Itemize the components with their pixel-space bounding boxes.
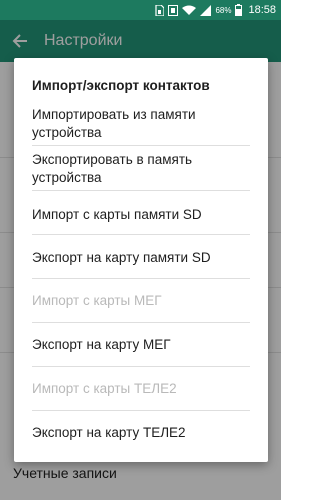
clock: 18:58 xyxy=(248,4,276,16)
hands-free-icon xyxy=(168,4,179,16)
option-import-tele2: Импорт с карты ТЕЛЕ2 xyxy=(32,381,177,396)
option-import-meg: Импорт с карты МЕГ xyxy=(32,293,162,308)
dialog-title: Импорт/экспорт контактов xyxy=(32,78,210,93)
option-import-device[interactable]: Импортировать из памяти устройства xyxy=(32,106,258,142)
battery-icon xyxy=(235,4,243,16)
sim-card-icon xyxy=(155,4,165,16)
signal-icon xyxy=(200,4,212,16)
wifi-icon xyxy=(182,5,197,16)
option-export-tele2[interactable]: Экспорт на карту ТЕЛЕ2 xyxy=(32,424,258,442)
option-export-meg[interactable]: Экспорт на карту МЕГ xyxy=(32,336,258,354)
option-import-sd[interactable]: Импорт с карты памяти SD xyxy=(32,206,258,224)
battery-percent: 68% xyxy=(215,5,232,15)
import-export-dialog: Импорт/экспорт контактов Импортировать и… xyxy=(14,58,268,462)
option-export-sd[interactable]: Экспорт на карту памяти SD xyxy=(32,249,258,267)
status-bar: 68% 18:58 xyxy=(0,0,281,20)
option-export-device[interactable]: Экспортировать в память устройства xyxy=(32,151,258,187)
